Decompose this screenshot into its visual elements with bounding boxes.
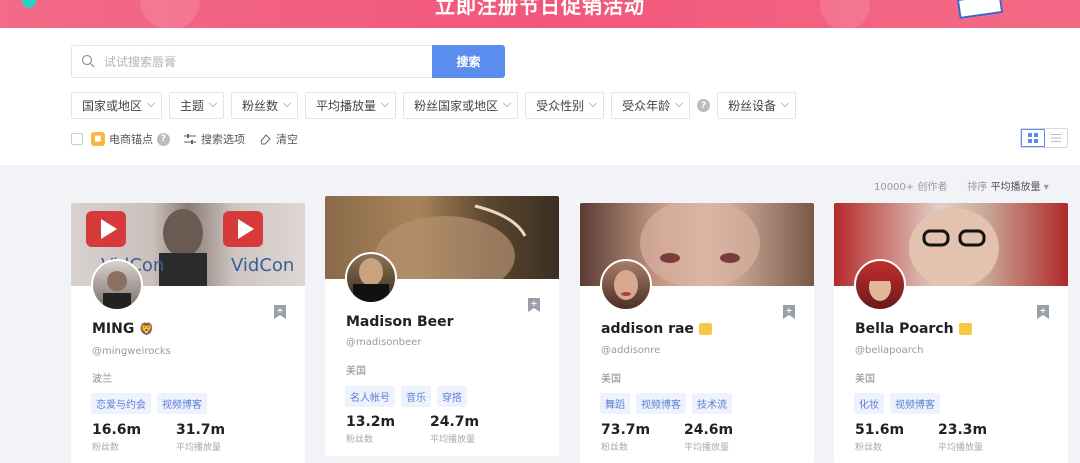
sliders-icon — [184, 134, 196, 144]
tag-list: 舞蹈 视频博客 技术流 — [600, 393, 732, 414]
creator-name[interactable]: MING 🦁 — [92, 321, 154, 337]
search-options-button[interactable]: 搜索选项 — [184, 131, 245, 147]
bookmark-add-icon[interactable] — [783, 305, 795, 319]
creator-card[interactable]: VidCon VidCon MING🦁 @mingweirocks 波兰 恋爱与… — [71, 203, 305, 463]
creator-country: 美国 — [346, 366, 366, 377]
search-button[interactable]: 搜索 — [432, 45, 505, 78]
filter-followers[interactable]: 粉丝数 — [231, 92, 299, 119]
creator-name[interactable]: addison rae — [601, 321, 712, 337]
followers-stat: 13.2m 粉丝数 — [346, 414, 396, 445]
creator-card[interactable]: Madison Beer @madisonbeer 美国 名人帐号 音乐 穿搭 … — [325, 196, 559, 456]
chevron-down-icon — [674, 98, 684, 107]
creator-name[interactable]: Madison Beer — [346, 314, 454, 330]
chevron-down-icon — [146, 98, 156, 107]
creator-handle: @madisonbeer — [346, 337, 422, 348]
avg-views-stat: 23.3m 平均播放量 — [938, 422, 988, 453]
sort-control[interactable]: 排序 平均播放量 ▾ — [967, 178, 1048, 193]
creator-card[interactable]: Bella Poarch @bellapoarch 美国 化妆 视频博客 51.… — [834, 203, 1068, 463]
tag-list: 名人帐号 音乐 穿搭 — [345, 386, 467, 407]
creator-handle: @bellapoarch — [855, 345, 924, 356]
shop-badge-icon — [958, 323, 972, 335]
avatar-image — [864, 270, 896, 301]
clear-button[interactable]: 清空 — [259, 131, 298, 147]
avatar[interactable] — [854, 259, 906, 311]
tag[interactable]: 技术流 — [692, 393, 732, 414]
tag[interactable]: 化妆 — [854, 393, 884, 414]
chevron-down-icon — [380, 98, 390, 107]
shop-badge-icon — [698, 323, 712, 335]
avg-views-stat: 24.7m 平均播放量 — [430, 414, 480, 445]
svg-text:VidCon: VidCon — [231, 255, 294, 276]
shop-icon: ◼ — [91, 132, 105, 146]
bookmark-add-icon[interactable] — [1037, 305, 1049, 319]
search-panel: 搜索 国家或地区 主题 粉丝数 平均播放量 粉丝国家或地区 受众性别 受众年龄 … — [0, 28, 1080, 165]
options-row: ◼ 电商锚点 ? 搜索选项 清空 — [71, 131, 312, 147]
creator-name[interactable]: Bella Poarch — [855, 321, 972, 337]
list-icon — [1051, 134, 1061, 142]
bookmark-add-icon[interactable] — [528, 298, 540, 312]
tag[interactable]: 名人帐号 — [345, 386, 395, 407]
filter-follower-country[interactable]: 粉丝国家或地区 — [403, 92, 519, 119]
tag[interactable]: 视频博客 — [890, 393, 940, 414]
tag-list: 恋爱与约会 视频博客 — [91, 393, 207, 414]
tag[interactable]: 视频博客 — [636, 393, 686, 414]
creator-country: 美国 — [855, 374, 875, 385]
help-icon[interactable]: ? — [697, 99, 711, 112]
bookmark-add-icon[interactable] — [274, 305, 286, 319]
avg-views-stat: 24.6m 平均播放量 — [684, 422, 734, 453]
creator-country: 美国 — [601, 374, 621, 385]
avatar-image — [353, 258, 389, 302]
followers-stat: 73.7m 粉丝数 — [601, 422, 651, 453]
chevron-down-icon — [502, 98, 512, 107]
filter-audience-gender[interactable]: 受众性别 — [525, 92, 605, 119]
filter-bar: 国家或地区 主题 粉丝数 平均播放量 粉丝国家或地区 受众性别 受众年龄 ? 粉… — [71, 92, 797, 119]
avatar[interactable] — [91, 259, 143, 311]
chevron-down-icon — [780, 98, 790, 107]
filter-follower-device[interactable]: 粉丝设备 — [717, 92, 797, 119]
followers-stat: 51.6m 粉丝数 — [855, 422, 905, 453]
avatar[interactable] — [345, 252, 397, 304]
avatar-image — [103, 271, 131, 309]
banner-title: 立即注册节日促销活动 — [435, 0, 645, 18]
search-box[interactable] — [71, 45, 433, 78]
chevron-down-icon — [208, 98, 218, 107]
tag-list: 化妆 视频博客 — [854, 393, 940, 414]
filter-topic[interactable]: 主题 — [169, 92, 225, 119]
help-icon[interactable]: ? — [157, 132, 170, 146]
shop-anchor-option[interactable]: ◼ 电商锚点 ? — [91, 131, 170, 147]
tag[interactable]: 音乐 — [401, 386, 431, 407]
grid-icon — [1028, 133, 1038, 143]
list-view-button[interactable] — [1045, 129, 1067, 147]
followers-stat: 16.6m 粉丝数 — [92, 422, 142, 453]
search-icon — [81, 54, 95, 68]
chevron-down-icon: ▾ — [1043, 182, 1049, 193]
tag[interactable]: 视频博客 — [157, 393, 207, 414]
results-count: 10000+ 创作者 — [874, 182, 948, 193]
lion-emoji-icon: 🦁 — [139, 322, 155, 336]
chevron-down-icon — [282, 98, 292, 107]
shop-checkbox[interactable] — [71, 133, 83, 145]
search-input[interactable] — [104, 46, 424, 77]
promo-banner[interactable]: 立即注册节日促销活动 — [0, 0, 1080, 28]
eraser-icon — [260, 134, 271, 145]
creator-card[interactable]: addison rae @addisonre 美国 舞蹈 视频博客 技术流 73… — [580, 203, 814, 463]
results-meta: 10000+ 创作者 排序 平均播放量 ▾ — [874, 178, 1049, 193]
filter-avg-views[interactable]: 平均播放量 — [305, 92, 397, 119]
avatar-image — [614, 270, 638, 300]
avg-views-stat: 31.7m 平均播放量 — [176, 422, 226, 453]
creator-country: 波兰 — [92, 374, 112, 385]
filter-country[interactable]: 国家或地区 — [71, 92, 163, 119]
tag[interactable]: 穿搭 — [437, 386, 467, 407]
creator-handle: @mingweirocks — [92, 346, 171, 357]
tag[interactable]: 恋爱与约会 — [91, 393, 151, 414]
chevron-down-icon — [588, 98, 598, 107]
avatar[interactable] — [600, 259, 652, 311]
grid-view-button[interactable] — [1021, 129, 1045, 147]
filter-audience-age[interactable]: 受众年龄 — [611, 92, 691, 119]
tag[interactable]: 舞蹈 — [600, 393, 630, 414]
view-toggle — [1020, 128, 1068, 148]
creator-handle: @addisonre — [601, 345, 661, 356]
